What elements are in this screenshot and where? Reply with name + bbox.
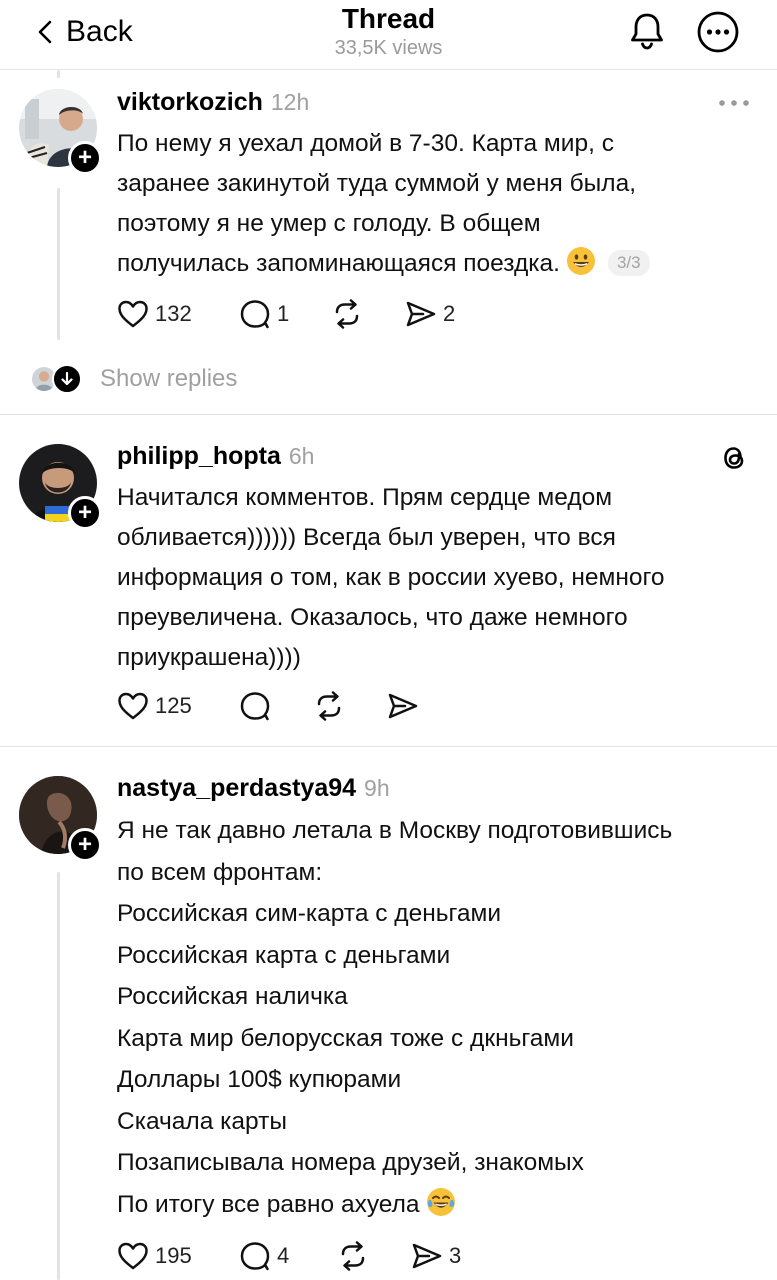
username[interactable]: nastya_perdastya94 — [117, 774, 356, 803]
reply-button[interactable] — [239, 691, 313, 721]
post-line: Доллары 100$ купюрами — [117, 1066, 402, 1093]
share-button[interactable] — [387, 691, 425, 721]
send-icon — [412, 1243, 442, 1269]
repost-button[interactable] — [331, 299, 405, 329]
post-line: Российская наличка — [117, 983, 348, 1010]
post-line: Российская сим-карта с деньгами — [117, 900, 502, 927]
back-label: Back — [66, 15, 133, 48]
post-line: информация о том, как в россии хуево, не… — [117, 564, 665, 591]
username[interactable]: viktorkozich — [117, 88, 263, 117]
post-line: заранее закинутой туда суммой у меня был… — [117, 170, 636, 197]
share-count: 3 — [449, 1243, 462, 1268]
heart-icon — [118, 1242, 148, 1270]
more-options-icon[interactable] — [696, 10, 740, 54]
like-button[interactable]: 195 — [117, 1241, 239, 1271]
post-actions: 132 1 2 — [117, 297, 455, 331]
post-actions: 195 4 3 — [117, 1239, 461, 1273]
repost-icon — [341, 1241, 365, 1271]
post-line: По нему я уехал домой в 7-30. Карта мир,… — [117, 130, 614, 157]
like-count: 132 — [155, 301, 192, 326]
comment-icon — [240, 692, 270, 721]
chevron-left-icon — [38, 20, 52, 44]
post-line: преувеличена. Оказалось, что даже немног… — [117, 604, 628, 631]
post-line: Скачала карты — [117, 1107, 287, 1135]
bell-icon[interactable] — [626, 10, 668, 52]
thread-line — [57, 188, 60, 340]
page-badge: 3/3 — [607, 250, 650, 276]
post-body: Начитался комментов. Прям сердце медом о… — [117, 478, 757, 678]
ellipsis-icon[interactable] — [716, 93, 752, 113]
post-line: Карта мир белорусская тоже с дкньгами — [117, 1024, 574, 1052]
post-meta: viktorkozich 12h — [117, 88, 309, 117]
share-button[interactable]: 3 — [411, 1241, 461, 1271]
thread-line — [57, 70, 60, 78]
show-replies-label: Show replies — [100, 365, 238, 392]
heart-icon — [118, 300, 148, 328]
post-line-with-emoji: По итогу все равно ахуела — [117, 1184, 757, 1226]
like-button[interactable]: 125 — [117, 691, 239, 721]
tears-of-joy-emoji-icon — [426, 1187, 455, 1216]
post-line: приукрашена)))) — [117, 644, 301, 671]
arrow-down-icon — [52, 364, 82, 394]
comment-icon — [240, 1242, 270, 1271]
post-actions: 125 — [117, 689, 425, 723]
post-line: получилась запоминающаяся поездка. — [117, 250, 560, 277]
threads-logo-icon[interactable] — [719, 442, 749, 474]
heart-icon — [118, 692, 148, 720]
reply-count: 4 — [277, 1243, 290, 1268]
back-button[interactable]: Back — [34, 12, 133, 52]
like-count: 195 — [155, 1243, 192, 1268]
reply-count: 1 — [277, 301, 290, 326]
reply-button[interactable]: 1 — [239, 299, 331, 329]
follow-plus-button[interactable]: + — [68, 141, 102, 175]
repost-button[interactable] — [313, 691, 387, 721]
share-button[interactable]: 2 — [405, 299, 455, 329]
post-body: По нему я уехал домой в 7-30. Карта мир,… — [117, 124, 757, 284]
post-line: Начитался комментов. Прям сердце медом — [117, 484, 613, 511]
post-meta: philipp_hopta 6h — [117, 442, 314, 471]
show-replies-button[interactable]: Show replies — [30, 362, 237, 396]
post-time: 6h — [288, 443, 315, 469]
repost-icon — [317, 691, 341, 721]
post-line: Позаписывала номера друзей, знакомых — [117, 1149, 584, 1176]
post-line: по всем фронтам: — [117, 858, 323, 886]
follow-plus-button[interactable]: + — [68, 828, 102, 862]
repost-icon — [335, 299, 359, 329]
post-body: Я не так давно летала в Москву подготови… — [117, 810, 757, 1225]
post-divider — [0, 414, 777, 415]
post-line: Российская карта с деньгами — [117, 941, 451, 969]
follow-plus-button[interactable]: + — [68, 496, 102, 530]
send-icon — [406, 301, 436, 327]
post-line: поэтому я не умер с голоду. В общем — [117, 210, 541, 237]
post-time: 12h — [270, 89, 310, 115]
thread-line — [57, 872, 60, 1280]
comment-icon — [240, 300, 270, 329]
top-bar: Thread 33,5K views Back — [0, 0, 777, 70]
reply-button[interactable]: 4 — [239, 1241, 337, 1271]
username[interactable]: philipp_hopta — [117, 442, 281, 471]
like-count: 125 — [155, 693, 192, 718]
post-time: 9h — [364, 775, 390, 801]
post-line: Я не так давно летала в Москву подготови… — [117, 817, 673, 844]
repost-button[interactable] — [337, 1241, 411, 1271]
like-button[interactable]: 132 — [117, 299, 239, 329]
post-meta: nastya_perdastya94 9h — [117, 774, 390, 803]
post-line-with-emoji: получилась запоминающаяся поездка. 3/3 — [117, 244, 757, 284]
grinning-face-emoji-icon — [566, 247, 595, 275]
post-line: По итогу все равно ахуела — [117, 1190, 420, 1218]
send-icon — [388, 693, 418, 719]
thread-page: Thread 33,5K views Back + viktorkozich 1… — [0, 0, 777, 1280]
post-divider — [0, 746, 777, 747]
post-line: обливается)))))) Всегда был уверен, что … — [117, 524, 616, 551]
share-count: 2 — [443, 301, 456, 326]
